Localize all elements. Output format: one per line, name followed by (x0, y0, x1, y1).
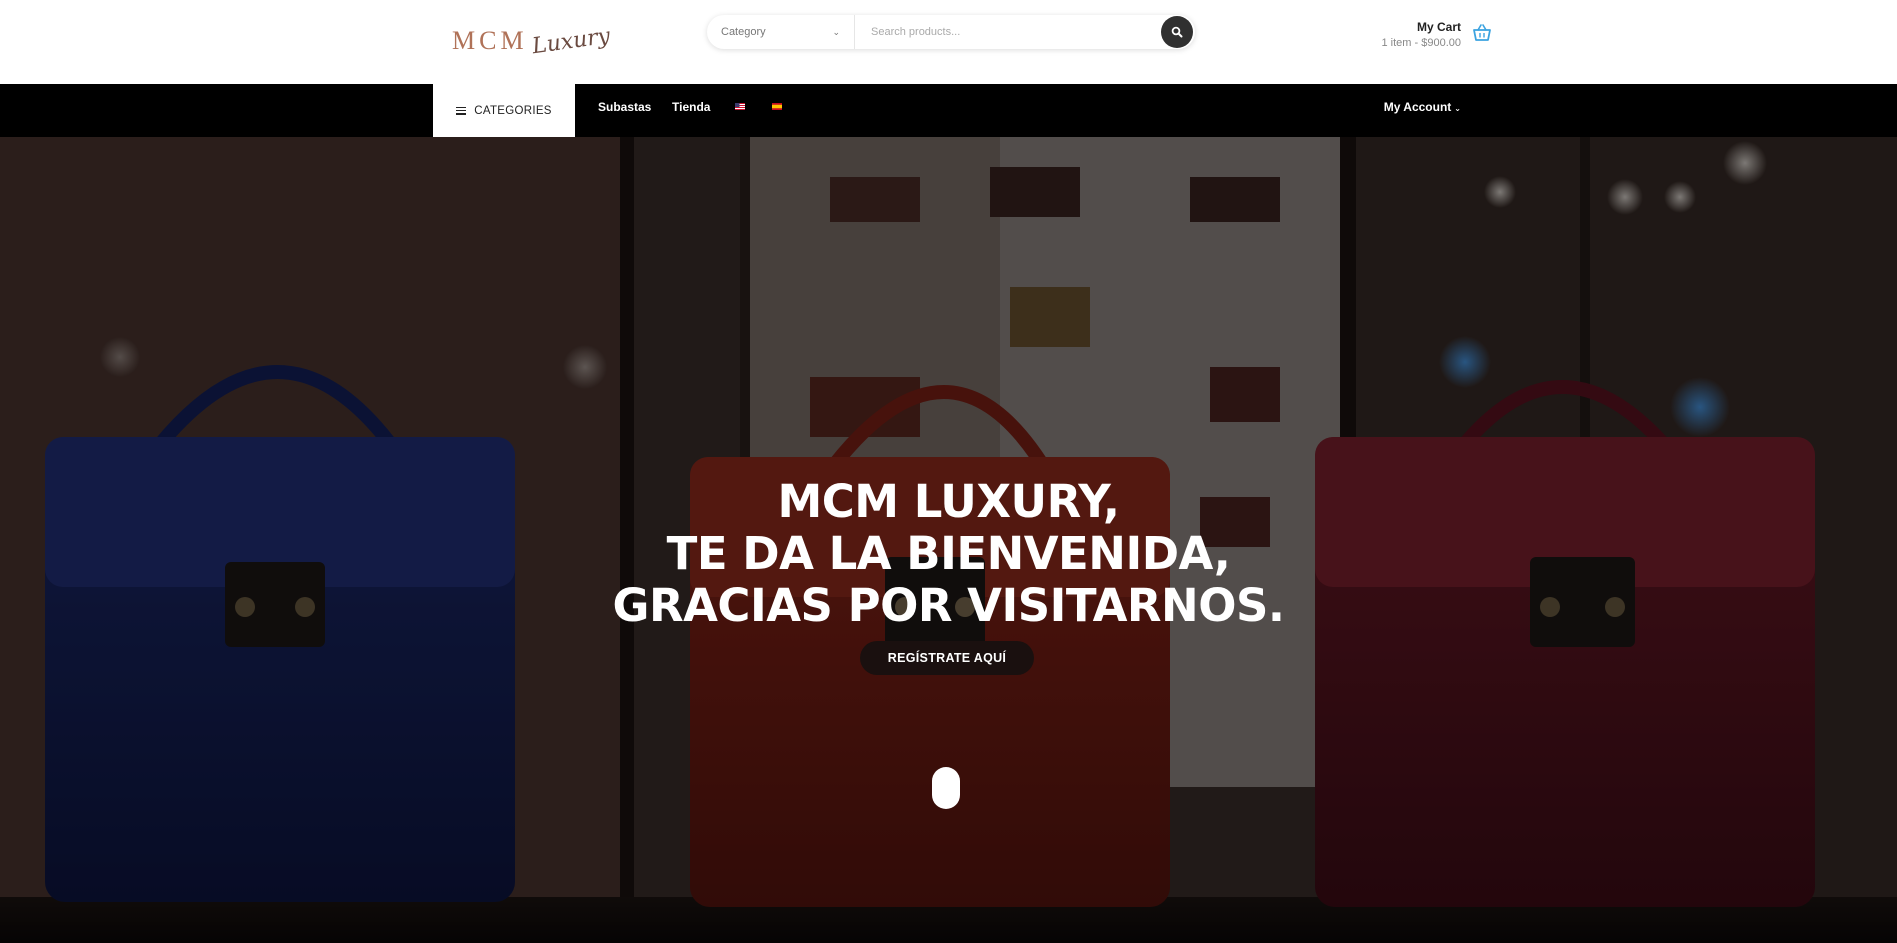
us-flag-icon[interactable] (735, 103, 745, 110)
main-nav: CATEGORIES Subastas Tienda My Account ⌄ (0, 84, 1897, 137)
register-button[interactable]: REGÍSTRATE AQUÍ (860, 641, 1034, 675)
basket-icon[interactable] (1472, 24, 1492, 42)
search-bar: Category ⌄ (707, 15, 1195, 49)
menu-icon (456, 106, 467, 115)
my-account-menu[interactable]: My Account ⌄ (1384, 84, 1461, 130)
chevron-down-icon: ⌄ (1454, 104, 1461, 113)
hero-title-line: MCM LUXURY, (777, 475, 1120, 528)
hero-banner: MCM LUXURY, TE DA LA BIENVENIDA, GRACIAS… (0, 137, 1897, 943)
search-button[interactable] (1161, 16, 1193, 48)
site-header: MCM Luxury Category ⌄ My Cart 1 item - $… (0, 0, 1897, 84)
cart-summary[interactable]: My Cart 1 item - $900.00 (1382, 20, 1462, 49)
categories-label: CATEGORIES (474, 104, 552, 117)
search-input[interactable] (855, 15, 1161, 49)
nav-link-subastas[interactable]: Subastas (598, 84, 651, 130)
logo[interactable]: MCM Luxury (452, 20, 612, 62)
es-flag-icon[interactable] (772, 103, 782, 110)
categories-button[interactable]: CATEGORIES (433, 84, 575, 137)
scroll-indicator[interactable] (932, 767, 960, 809)
search-icon (1171, 26, 1183, 38)
chevron-down-icon: ⌄ (832, 26, 840, 37)
cart-total: 1 item - $900.00 (1381, 37, 1462, 49)
hero-title-line: TE DA LA BIENVENIDA, (666, 527, 1231, 580)
cart-title: My Cart (1416, 20, 1461, 34)
hero-title-line: GRACIAS POR VISITARNOS. (612, 579, 1285, 632)
category-select[interactable]: Category ⌄ (707, 15, 855, 49)
nav-link-tienda[interactable]: Tienda (672, 84, 710, 130)
logo-script: Luxury (530, 23, 612, 59)
logo-mark: MCM (452, 26, 528, 55)
category-select-label: Category (721, 26, 766, 38)
my-account-label: My Account (1383, 100, 1452, 114)
hero-title: MCM LUXURY, TE DA LA BIENVENIDA, GRACIAS… (0, 476, 1897, 632)
